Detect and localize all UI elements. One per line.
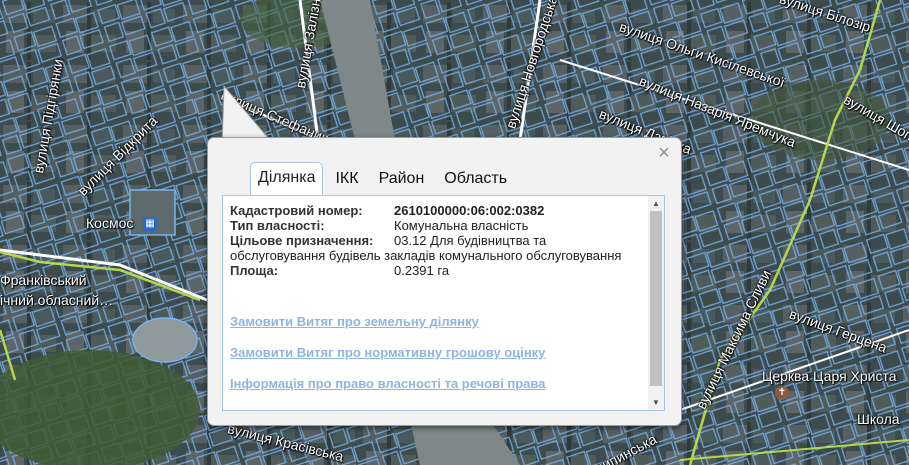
popup-tabs: Ділянка ІКК Район Область [250, 162, 519, 195]
cadastral-row: Кадастровий номер: 2610100000:06:002:038… [230, 203, 645, 218]
tab-raion[interactable]: Район [371, 164, 433, 195]
church-icon[interactable]: ✝ [775, 386, 789, 400]
map-label-school: Школа [857, 411, 900, 427]
parcel-info-popup: × Ділянка ІКК Район Область Кадастровий … [207, 137, 682, 426]
scroll-up-icon[interactable]: ▲ [648, 196, 664, 211]
cadastral-value: 2610100000:06:002:0382 [394, 203, 545, 218]
tab-oblast[interactable]: Область [436, 164, 515, 195]
ownership-label: Тип власності: [230, 218, 325, 233]
parcel-info: Кадастровий номер: 2610100000:06:002:038… [230, 203, 645, 278]
purpose-row: Цільове призначення: 03.12 Для будівництв… [230, 233, 645, 263]
ownership-value: Комунальна власність [394, 218, 529, 233]
cinema-icon[interactable]: ▦ [143, 217, 157, 231]
tab-ikk[interactable]: ІКК [327, 164, 366, 195]
popup-links: Замовити Витяг про земельну ділянку Замо… [230, 314, 545, 407]
close-icon[interactable]: × [657, 143, 671, 163]
content-scrollbar[interactable]: ▲ ▼ [648, 196, 664, 410]
area-value: 0.2391 га [394, 263, 450, 278]
map-label-kosmos: Космос [86, 215, 134, 231]
cadastral-label: Кадастровий номер: [230, 203, 363, 218]
map-label-frankivskyi: Франківський [0, 272, 87, 288]
map-label-church: Церква Царя Христа [762, 368, 897, 384]
purpose-label: Цільове призначення: [230, 233, 374, 248]
ownership-row: Тип власності: Комунальна власність [230, 218, 645, 233]
map-label-oblasnyi: ічний обласний… [0, 292, 114, 308]
scroll-down-icon[interactable]: ▼ [648, 395, 664, 410]
area-row: Площа: 0.2391 га [230, 263, 645, 278]
ownership-rights-info-link[interactable]: Інформація про право власності та речові… [230, 376, 545, 391]
order-land-extract-link[interactable]: Замовити Витяг про земельну ділянку [230, 314, 545, 329]
area-label: Площа: [230, 263, 279, 278]
tab-dilianka[interactable]: Ділянка [250, 162, 324, 195]
order-valuation-extract-link[interactable]: Замовити Витяг про нормативну грошову оц… [230, 345, 545, 360]
tab-content-panel: Кадастровий номер: 2610100000:06:002:038… [222, 195, 665, 411]
scrollbar-thumb[interactable] [650, 211, 662, 386]
